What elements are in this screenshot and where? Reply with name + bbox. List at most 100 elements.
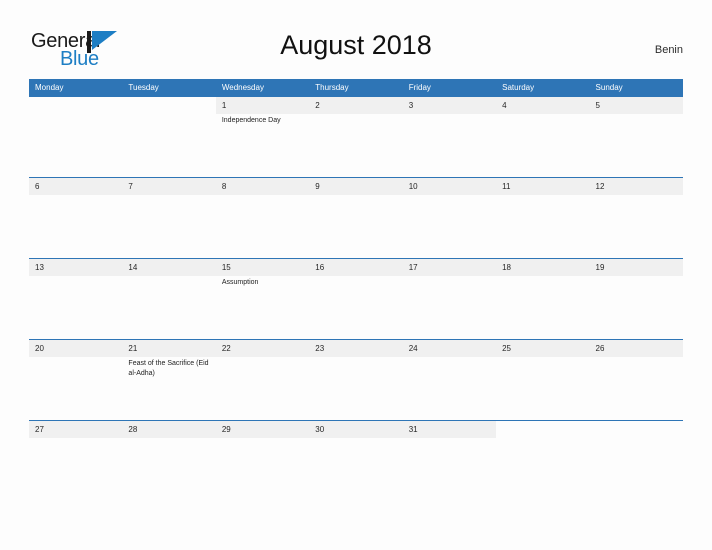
weekday-header-monday: Monday <box>35 83 64 92</box>
day-number: 22 <box>221 344 231 353</box>
day-cell-24[interactable]: 24 <box>402 340 497 420</box>
day-band <box>215 178 310 195</box>
day-band <box>496 421 590 438</box>
day-number: 14 <box>128 263 138 272</box>
day-number: 29 <box>221 425 231 434</box>
day-events: Assumption <box>222 278 305 289</box>
weekday-header-tuesday: Tuesday <box>128 83 159 92</box>
day-band <box>309 178 403 195</box>
day-band <box>589 97 683 114</box>
weekday-header-wednesday: Wednesday <box>221 83 264 92</box>
day-cell-8[interactable]: 8 <box>215 178 310 258</box>
day-band <box>122 178 216 195</box>
day-cell-10[interactable]: 10 <box>402 178 497 258</box>
day-cell-4[interactable]: 4 <box>496 97 590 177</box>
weekday-header-thursday: Thursday <box>315 83 349 92</box>
day-cell-19[interactable]: 19 <box>589 259 683 339</box>
day-cell-5[interactable]: 5 <box>589 97 683 177</box>
day-cell-26[interactable]: 26 <box>589 340 683 420</box>
day-number: 11 <box>502 182 511 191</box>
page-title: August 2018 <box>280 30 432 60</box>
day-number: 30 <box>315 425 325 434</box>
calendar-page: General Blue August 2018 Benin Monday Tue… <box>0 0 712 550</box>
day-cell-25[interactable]: 25 <box>496 340 590 420</box>
day-number: 17 <box>408 263 418 272</box>
day-cell-15[interactable]: 15 Assumption <box>215 259 310 339</box>
calendar-week-row: 27 28 29 30 31 <box>29 420 683 442</box>
day-number: 6 <box>35 182 40 191</box>
event-label: Independence Day <box>221 117 281 124</box>
day-number: 23 <box>315 344 325 353</box>
day-number: 24 <box>408 344 418 353</box>
page-header: General Blue August 2018 Benin <box>0 0 712 70</box>
day-cell-27[interactable]: 27 <box>29 421 123 442</box>
day-number: 25 <box>502 344 512 353</box>
calendar-week-row: 13 14 15 Assumption 16 17 18 19 <box>29 258 683 339</box>
day-cell-2[interactable]: 2 <box>309 97 403 177</box>
day-cell-13[interactable]: 13 <box>29 259 123 339</box>
day-number: 10 <box>408 182 418 191</box>
calendar-week-row: 20 21 Feast of the Sacrifice (Eid al-Adha)… <box>29 339 683 420</box>
day-cell-31[interactable]: 31 <box>402 421 497 442</box>
day-number: 13 <box>35 263 44 272</box>
day-number: 21 <box>128 344 138 353</box>
day-band <box>29 97 123 114</box>
day-number: 15 <box>221 263 231 272</box>
day-cell-17[interactable]: 17 <box>402 259 497 339</box>
day-cell-empty <box>589 421 683 442</box>
day-band <box>29 178 123 195</box>
day-number: 26 <box>595 344 605 353</box>
day-cell-12[interactable]: 12 <box>589 178 683 258</box>
day-number: 9 <box>315 182 320 191</box>
day-cell-empty <box>29 97 123 177</box>
day-number: 8 <box>221 182 227 191</box>
day-number: 7 <box>128 182 133 191</box>
day-events: Independence Day <box>222 116 305 127</box>
day-number: 28 <box>128 425 138 434</box>
event-label: Assumption <box>221 279 259 286</box>
day-band <box>122 97 216 114</box>
day-cell-20[interactable]: 20 <box>29 340 123 420</box>
calendar-week-row: 6 7 8 9 10 11 12 <box>29 177 683 258</box>
calendar-grid: Monday Tuesday Wednesday Thursday Friday Satu… <box>29 79 683 442</box>
weekday-header-friday: Friday <box>408 83 431 92</box>
day-cell-empty <box>496 421 590 442</box>
day-cell-30[interactable]: 30 <box>309 421 403 442</box>
day-number: 31 <box>408 425 418 434</box>
day-number: 16 <box>315 263 325 272</box>
day-band <box>589 421 683 438</box>
day-cell-9[interactable]: 9 <box>309 178 403 258</box>
calendar-week-row: 1 Independence Day 2 3 4 5 <box>29 96 683 177</box>
day-number: 19 <box>595 263 605 272</box>
day-cell-3[interactable]: 3 <box>402 97 497 177</box>
day-cell-21[interactable]: 21 Feast of the Sacrifice (Eid al-Adha) <box>122 340 216 420</box>
day-cell-16[interactable]: 16 <box>309 259 403 339</box>
country-label: Benin <box>654 44 683 56</box>
day-cell-22[interactable]: 22 <box>215 340 310 420</box>
day-cell-6[interactable]: 6 <box>29 178 123 258</box>
day-number: 5 <box>595 101 600 110</box>
day-number: 20 <box>35 344 44 353</box>
day-number: 1 <box>221 101 227 110</box>
day-number: 18 <box>502 263 512 272</box>
day-cell-23[interactable]: 23 <box>309 340 403 420</box>
day-cell-7[interactable]: 7 <box>122 178 216 258</box>
weekday-header-row: Monday Tuesday Wednesday Thursday Friday Satu… <box>29 79 683 96</box>
calendar-weeks: 1 Independence Day 2 3 4 5 6 7 8 9 10 11 12 13 14 15 Ass… <box>29 96 683 442</box>
day-number: 4 <box>502 101 507 110</box>
day-cell-empty <box>122 97 216 177</box>
day-band <box>496 97 590 114</box>
day-cell-28[interactable]: 28 <box>122 421 216 442</box>
day-number: 2 <box>315 101 320 110</box>
day-number: 12 <box>595 182 605 191</box>
day-band <box>402 97 497 114</box>
day-number: 27 <box>35 425 44 434</box>
day-events: Feast of the Sacrifice (Eid al-Adha) <box>128 359 211 379</box>
day-cell-11[interactable]: 11 <box>496 178 590 258</box>
weekday-header-saturday: Saturday <box>502 83 535 92</box>
day-cell-29[interactable]: 29 <box>215 421 310 442</box>
weekday-header-sunday: Sunday <box>595 83 623 92</box>
day-cell-14[interactable]: 14 <box>122 259 216 339</box>
day-cell-18[interactable]: 18 <box>496 259 590 339</box>
day-cell-1[interactable]: 1 Independence Day <box>215 97 310 177</box>
